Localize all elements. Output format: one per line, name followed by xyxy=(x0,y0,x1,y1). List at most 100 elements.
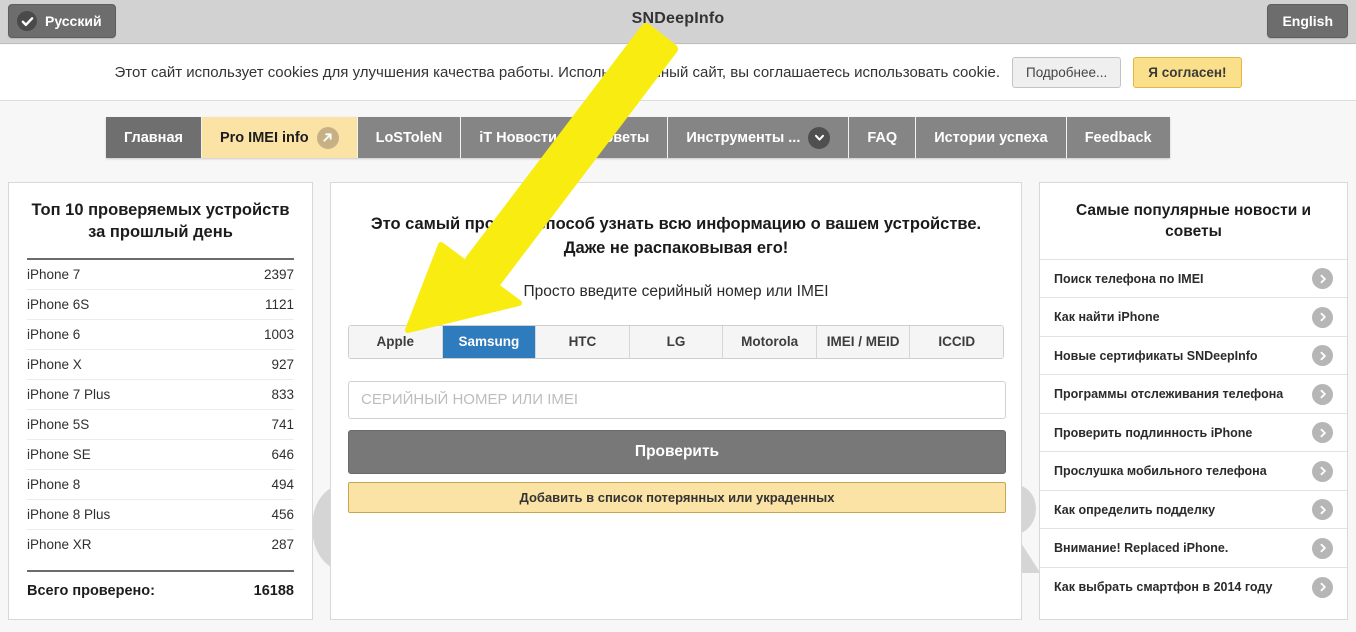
news-label: Как найти iPhone xyxy=(1054,310,1160,325)
nav-item-glavnaya-label: Главная xyxy=(124,129,183,146)
news-label: Программы отслеживания телефона xyxy=(1054,387,1284,402)
total-checked-row: Всего проверено: 16188 xyxy=(9,572,312,599)
list-item[interactable]: Проверить подлинность iPhone xyxy=(1040,414,1347,453)
device-count: 741 xyxy=(271,416,294,432)
device-count: 456 xyxy=(271,506,294,522)
chevron-right-icon xyxy=(1312,422,1333,444)
language-button-english[interactable]: English xyxy=(1267,4,1348,38)
brand-tab-motorola[interactable]: Motorola xyxy=(723,325,817,358)
list-item[interactable]: Поиск телефона по IMEI xyxy=(1040,260,1347,299)
list-item[interactable]: Внимание! Replaced iPhone. xyxy=(1040,529,1347,568)
chevron-right-icon xyxy=(1312,383,1333,405)
nav-item-it-novosti[interactable]: iT Новости xyxy=(461,117,576,158)
nav-item-lostolen-label: LoSToleN xyxy=(375,129,443,146)
list-item[interactable]: Как определить подделку xyxy=(1040,491,1347,530)
chevron-right-icon xyxy=(1312,268,1333,290)
news-label: Проверить подлинность iPhone xyxy=(1054,425,1253,440)
list-item[interactable]: iPhone 6S 1121 xyxy=(27,290,294,320)
cookie-consent-bar: Этот сайт использует cookies для улучшен… xyxy=(0,45,1356,101)
nav-item-faq-label: FAQ xyxy=(867,129,898,146)
news-label: Новые сертификаты SNDeepInfo xyxy=(1054,348,1258,363)
headline-line-1: Это самый простой способ узнать всю инфо… xyxy=(370,215,982,233)
device-name: iPhone 8 xyxy=(27,476,81,492)
brand-tab-samsung[interactable]: Samsung xyxy=(442,325,537,358)
subtitle: Просто введите серийный номер или IMEI xyxy=(523,282,829,300)
list-item[interactable]: iPhone 8 Plus 456 xyxy=(27,500,294,530)
cookie-agree-button[interactable]: Я согласен! xyxy=(1133,57,1242,88)
nav-item-sovety[interactable]: Советы xyxy=(575,117,669,158)
device-count: 494 xyxy=(271,476,294,492)
news-label: Как выбрать смартфон в 2014 году xyxy=(1054,580,1273,595)
list-item[interactable]: iPhone 7 2397 xyxy=(27,260,294,290)
brand-tab-htc[interactable]: HTC xyxy=(536,325,630,358)
device-name: iPhone 6 xyxy=(27,326,81,342)
nav-item-feedback-label: Feedback xyxy=(1084,129,1152,146)
nav-item-feedback[interactable]: Feedback xyxy=(1066,117,1170,158)
brand-tab-lg[interactable]: LG xyxy=(629,325,724,358)
device-name: iPhone 5S xyxy=(27,416,90,432)
list-item[interactable]: iPhone 5S 741 xyxy=(27,410,294,440)
chevron-down-icon xyxy=(808,126,831,149)
list-item[interactable]: iPhone X 927 xyxy=(27,350,294,380)
nav-item-lostolen[interactable]: LoSToleN xyxy=(357,117,462,158)
list-item[interactable]: Прослушка мобильного телефона xyxy=(1040,452,1347,491)
device-count: 833 xyxy=(271,386,294,402)
list-item[interactable]: iPhone 6 1003 xyxy=(27,320,294,350)
list-item[interactable]: Как выбрать смартфон в 2014 году xyxy=(1040,568,1347,607)
popular-news-title: Самые популярные новости и советы xyxy=(1040,183,1347,260)
nav-item-istorii-uspeha-label: Истории успеха xyxy=(934,129,1048,146)
nav-item-sovety-label: Советы xyxy=(593,129,650,146)
news-label: Как определить подделку xyxy=(1054,502,1216,517)
top-devices-panel: Топ 10 проверяемых устройств за прошлый … xyxy=(8,182,313,620)
nav-item-pro-imei-info[interactable]: Pro IMEI info xyxy=(201,117,358,158)
news-label: Прослушка мобильного телефона xyxy=(1054,464,1267,479)
nav-item-instrumenty[interactable]: Инструменты ... xyxy=(668,117,850,158)
list-item[interactable]: iPhone 7 Plus 833 xyxy=(27,380,294,410)
language-button-english-label: English xyxy=(1282,13,1333,29)
device-name: iPhone 6S xyxy=(27,296,90,312)
serial-number-input[interactable] xyxy=(348,380,1006,419)
device-name: iPhone SE xyxy=(27,446,91,462)
nav-item-glavnaya[interactable]: Главная xyxy=(106,117,202,158)
external-link-icon xyxy=(316,126,339,149)
nav-item-faq[interactable]: FAQ xyxy=(849,117,917,158)
brand-tab-motorola-label: Motorola xyxy=(741,334,799,350)
list-item[interactable]: Программы отслеживания телефона xyxy=(1040,375,1347,414)
brand-tab-imei-meid[interactable]: IMEI / MEID xyxy=(816,325,911,358)
device-count: 927 xyxy=(271,356,294,372)
imei-check-panel: Это самый простой способ узнать всю инфо… xyxy=(330,182,1022,620)
chevron-right-icon xyxy=(1312,537,1333,559)
top-devices-title: Топ 10 проверяемых устройств за прошлый … xyxy=(31,201,290,241)
site-title: SNDeepInfo xyxy=(631,10,725,27)
chevron-right-icon xyxy=(1312,306,1333,328)
chevron-right-icon xyxy=(1312,345,1333,367)
brand-tab-apple[interactable]: Apple xyxy=(349,325,443,358)
nav-item-istorii-uspeha[interactable]: Истории успеха xyxy=(916,117,1067,158)
brand-tab-iccid-label: ICCID xyxy=(938,334,976,350)
chevron-right-icon xyxy=(1312,499,1333,521)
check-button[interactable]: Проверить xyxy=(348,429,1006,474)
brand-tab-samsung-label: Samsung xyxy=(458,334,520,350)
list-item[interactable]: Как найти iPhone xyxy=(1040,298,1347,337)
nav-item-pro-imei-info-label: Pro IMEI info xyxy=(219,129,309,146)
device-name: iPhone 8 Plus xyxy=(27,506,111,522)
device-name: iPhone 7 Plus xyxy=(27,386,111,402)
news-label: Поиск телефона по IMEI xyxy=(1054,271,1204,286)
device-count: 1121 xyxy=(264,296,294,312)
list-item[interactable]: iPhone 8 494 xyxy=(27,470,294,500)
device-name: iPhone 7 xyxy=(27,266,81,282)
list-item[interactable]: Новые сертификаты SNDeepInfo xyxy=(1040,337,1347,376)
list-item[interactable]: iPhone SE 646 xyxy=(27,440,294,470)
total-checked-label: Всего проверено: xyxy=(27,582,155,599)
total-checked-value: 16188 xyxy=(253,582,294,599)
nav-item-instrumenty-label: Инструменты ... xyxy=(686,129,801,146)
device-count: 287 xyxy=(271,537,294,553)
device-name: iPhone X xyxy=(27,356,82,372)
cookie-consent-text: Этот сайт использует cookies для улучшен… xyxy=(114,64,1000,81)
add-to-lost-stolen-button[interactable]: Добавить в список потерянных или украден… xyxy=(348,481,1006,513)
brand-tabs: Apple Samsung HTC LG Motorola IMEI / MEI… xyxy=(348,324,1004,359)
list-item[interactable]: iPhone XR 287 xyxy=(27,530,294,560)
device-name: iPhone XR xyxy=(27,537,92,553)
brand-tab-iccid[interactable]: ICCID xyxy=(910,325,1003,358)
cookie-more-button[interactable]: Подробнее... xyxy=(1012,57,1122,88)
